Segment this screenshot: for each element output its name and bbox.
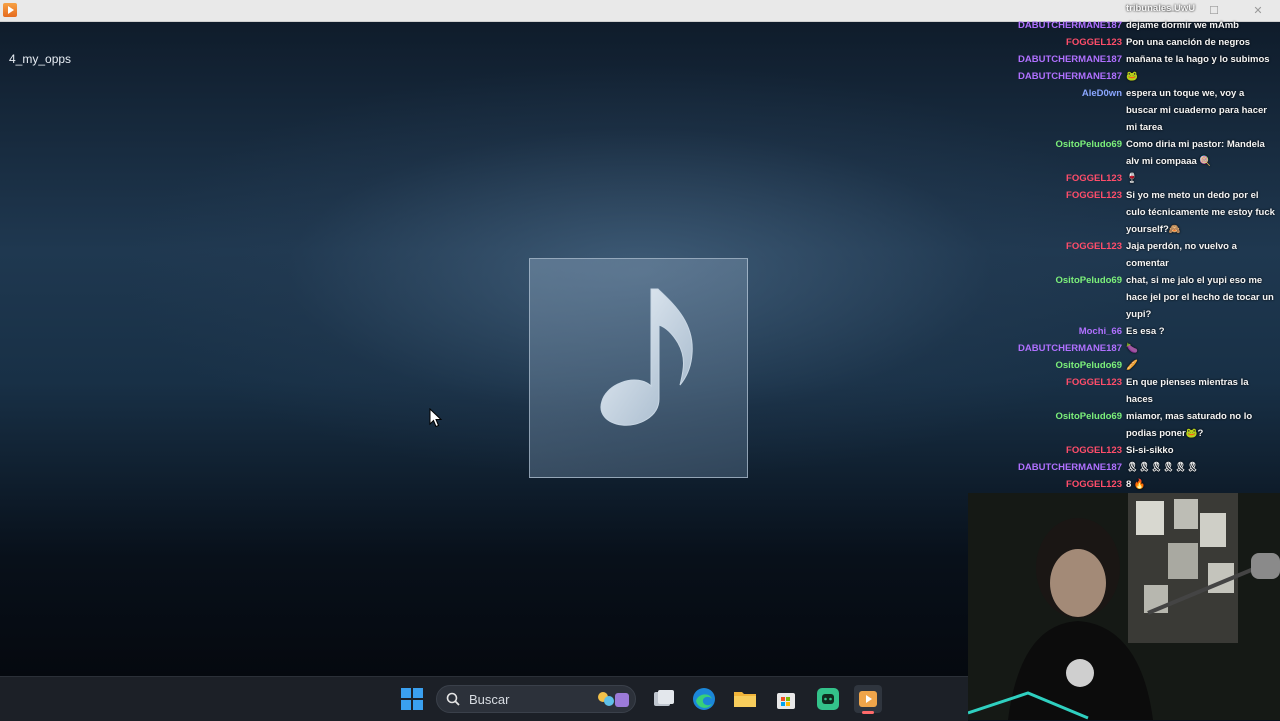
chat-message: FOGGEL123 🍷	[1010, 170, 1280, 187]
chat-message-text: Jaja perdón, no vuelvo a comentar	[1126, 241, 1237, 269]
chat-username: OsitoPeludo69	[1055, 139, 1122, 150]
chat-username: OsitoPeludo69	[1055, 275, 1122, 286]
task-view-icon[interactable]	[650, 685, 678, 713]
chat-username: AleD0wn	[1081, 88, 1122, 99]
chat-username: DABUTCHERMANE187	[1018, 54, 1122, 65]
discord-icon[interactable]	[814, 685, 842, 713]
chat-message-text: Como diria mi pastor: Mandela alv mi com…	[1126, 139, 1265, 167]
chat-username: FOGGEL123	[1066, 190, 1122, 201]
chat-username: FOGGEL123	[1066, 377, 1122, 388]
chat-message-text: Si yo me meto un dedo por el culo técnic…	[1126, 190, 1275, 235]
widgets-icon	[598, 692, 629, 707]
search-icon	[446, 692, 460, 706]
chat-message: OsitoPeludo69 chat, si me jalo el yupi es…	[1010, 272, 1280, 323]
chat-username: DABUTCHERMANE187	[1018, 20, 1122, 31]
chat-message: OsitoPeludo69 miamor, mas saturado no lo …	[1010, 408, 1280, 442]
chat-message-text: 🍷	[1126, 173, 1138, 184]
chat-message: OsitoPeludo69 🥖	[1010, 357, 1280, 374]
chat-username: FOGGEL123	[1066, 173, 1122, 184]
chat-message: AleD0wn espera un toque we, voy a buscar …	[1010, 85, 1280, 136]
chat-message: FOGGEL123 Jaja perdón, no vuelvo a coment…	[1010, 238, 1280, 272]
active-app-indicator	[862, 711, 874, 714]
chat-message-text: 🍆	[1126, 343, 1138, 354]
chat-username: DABUTCHERMANE187	[1018, 462, 1122, 473]
chat-username: OsitoPeludo69	[1055, 360, 1122, 371]
store-icon[interactable]	[772, 685, 800, 713]
webcam-feed-image	[968, 493, 1280, 720]
chat-message: DABUTCHERMANE187 🎗🎗🎗🎗🎗🎗	[1010, 459, 1280, 476]
chat-message-text: tribunales UwU	[1126, 3, 1196, 14]
file-explorer-icon[interactable]	[731, 685, 759, 713]
chat-message: OsitoPeludo69 Como diria mi pastor: Mande…	[1010, 136, 1280, 170]
chat-message: FOGGEL123 En que pienses mientras la hace…	[1010, 374, 1280, 408]
chat-message-text: espera un toque we, voy a buscar mi cuad…	[1126, 88, 1267, 133]
album-art-placeholder	[529, 258, 748, 478]
chat-username: OsitoPeludo69	[1055, 411, 1122, 422]
chat-message: FOGGEL123 8 🔥	[1010, 476, 1280, 492]
track-title: 4_my_opps	[9, 52, 72, 66]
edge-icon[interactable]	[690, 685, 718, 713]
chat-message: FOGGEL123 Si yo me meto un dedo por el cu…	[1010, 187, 1280, 238]
chat-username: FOGGEL123	[1066, 241, 1122, 252]
chat-message-text: 🥖	[1126, 360, 1138, 371]
chat-message-list: tribunales UwU DABUTCHERMANE187 dejame dor…	[1010, 0, 1280, 492]
chat-message-text: miamor, mas saturado no lo podias poner🐸…	[1126, 411, 1253, 439]
chat-message: DABUTCHERMANE187 🍆	[1010, 340, 1280, 357]
chat-username: DABUTCHERMANE187	[1018, 71, 1122, 82]
stream-chat-overlay: tribunales UwU DABUTCHERMANE187 dejame dor…	[1010, 0, 1280, 492]
chat-message: FOGGEL123 Si-si-sikko	[1010, 442, 1280, 459]
chat-message-text: Es esa ?	[1126, 326, 1165, 337]
chat-message: tribunales UwU	[1010, 0, 1280, 17]
chat-message-text: dejame dormir we mAmb	[1126, 20, 1239, 31]
chat-username: Mochi_66	[1078, 326, 1122, 337]
chat-message: DABUTCHERMANE187 mañana te la hago y lo s…	[1010, 51, 1280, 68]
chat-message: DABUTCHERMANE187 🐸	[1010, 68, 1280, 85]
music-note-icon	[600, 288, 693, 426]
taskbar: Buscar	[0, 676, 968, 721]
chat-message-text: 🎗🎗🎗🎗🎗🎗	[1126, 462, 1199, 473]
media-player-icon[interactable]	[854, 685, 882, 714]
webcam-overlay	[968, 493, 1280, 720]
chat-message: DABUTCHERMANE187 dejame dormir we mAmb	[1010, 17, 1280, 34]
chat-message-text: 🐸	[1126, 71, 1138, 82]
chat-message-text: Si-si-sikko	[1126, 445, 1174, 456]
taskbar-search-box[interactable]: Buscar	[436, 685, 636, 713]
chat-message-text: Pon una canción de negros	[1126, 37, 1251, 48]
chat-username: DABUTCHERMANE187	[1018, 343, 1122, 354]
chat-message: FOGGEL123 Pon una canción de negros	[1010, 34, 1280, 51]
chat-message-text: 8 🔥	[1126, 479, 1146, 490]
chat-username: FOGGEL123	[1066, 445, 1122, 456]
chat-username: FOGGEL123	[1066, 37, 1122, 48]
chat-message-text: mañana te la hago y lo subimos	[1126, 54, 1270, 65]
search-placeholder: Buscar	[469, 692, 510, 707]
chat-message-text: chat, si me jalo el yupi eso me hace jel…	[1126, 275, 1274, 320]
media-player-app-icon	[3, 3, 17, 17]
chat-message: Mochi_66 Es esa ?	[1010, 323, 1280, 340]
mouse-cursor-icon	[429, 408, 443, 428]
chat-message-text: En que pienses mientras la haces	[1126, 377, 1249, 405]
chat-username: FOGGEL123	[1066, 479, 1122, 490]
windows-start-icon[interactable]	[398, 685, 426, 713]
